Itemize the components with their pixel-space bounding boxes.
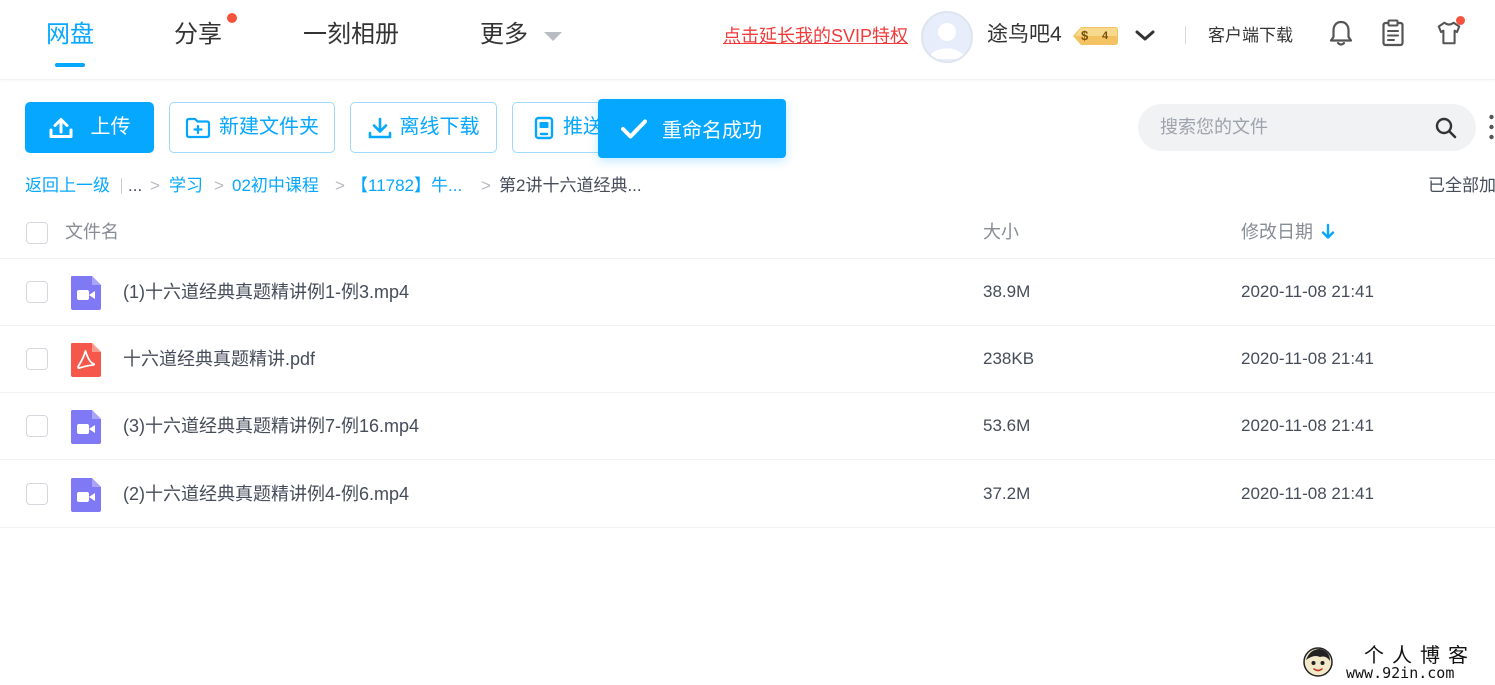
push-device-icon — [534, 116, 554, 139]
blog-watermark-logo-icon — [1303, 647, 1333, 677]
file-size: 38.9M — [983, 282, 1031, 301]
file-size: 53.6M — [983, 416, 1031, 435]
new-folder-icon — [185, 117, 211, 138]
breadcrumb-divider — [121, 178, 122, 194]
new-folder-button[interactable]: 新建文件夹 — [169, 102, 335, 153]
client-download-link[interactable]: 客户端下载 — [1208, 24, 1293, 48]
search-input[interactable] — [1160, 104, 1420, 151]
upload-icon — [49, 117, 72, 138]
download-icon — [368, 117, 391, 138]
pdf-file-icon — [71, 343, 101, 377]
bell-icon[interactable] — [1327, 18, 1355, 48]
sort-descending-arrow-icon[interactable] — [1320, 222, 1336, 242]
nav-tab-label: 更多 — [480, 21, 528, 48]
select-all-checkbox[interactable] — [26, 222, 48, 244]
offline-download-button[interactable]: 离线下载 — [350, 102, 497, 153]
svip-renew-link[interactable]: 点击延长我的SVIP特权 — [723, 24, 908, 48]
new-folder-button-label: 新建文件夹 — [219, 116, 319, 138]
video-file-icon — [71, 478, 101, 512]
column-header-name[interactable]: 文件名 — [65, 220, 119, 244]
offline-download-button-label: 离线下载 — [399, 116, 480, 138]
svip-badge-icon — [1073, 27, 1118, 45]
nav-tab-label: 网盘 — [46, 21, 94, 48]
toast-message: 重命名成功 — [662, 120, 762, 142]
file-name[interactable]: (3)十六道经典真题精讲例7-例16.mp4 — [123, 414, 419, 438]
video-file-icon — [71, 410, 101, 444]
clipboard-icon[interactable] — [1379, 18, 1407, 48]
column-header-modified[interactable]: 修改日期 — [1241, 220, 1313, 244]
breadcrumb-separator: > — [335, 176, 345, 195]
column-header-size[interactable]: 大小 — [983, 220, 1019, 244]
breadcrumb-separator: > — [150, 176, 160, 195]
push-button-label: 推送 — [563, 116, 603, 138]
file-size: 238KB — [983, 349, 1035, 368]
account-chevron-down-icon[interactable] — [1134, 24, 1156, 46]
nav-tab-netdisk[interactable]: 网盘 — [46, 18, 94, 67]
checkmark-icon — [621, 119, 647, 138]
search-box — [1138, 104, 1476, 151]
file-modified-date: 2020-11-08 21:41 — [1241, 282, 1374, 301]
breadcrumb-current-folder: 第2讲十六道经典... — [499, 176, 642, 195]
table-row[interactable]: (1)十六道经典真题精讲例1-例3.mp4 38.9M 2020-11-08 2… — [0, 259, 1495, 326]
username[interactable]: 途鸟吧4 — [987, 20, 1062, 50]
breadcrumb-back-link[interactable]: 返回上一级 — [25, 174, 110, 198]
top-navigation-bar: 网盘 分享 一刻相册 更多 点击延长我的SVIP特权 途鸟吧4 $ 4 客户端下… — [0, 0, 1495, 80]
file-size: 37.2M — [983, 484, 1031, 503]
file-name[interactable]: 十六道经典真题精讲.pdf — [123, 347, 315, 371]
nav-divider — [1185, 26, 1186, 44]
breadcrumb-ellipsis[interactable]: ... — [128, 174, 142, 198]
row-checkbox[interactable] — [26, 281, 48, 303]
breadcrumb-item-course[interactable]: 【11782】牛... — [351, 174, 462, 198]
search-icon[interactable] — [1434, 116, 1458, 140]
table-row[interactable]: (3)十六道经典真题精讲例7-例16.mp4 53.6M 2020-11-08 … — [0, 393, 1495, 460]
blog-watermark-url: www.92in.com — [1346, 664, 1455, 682]
svip-badge-level: 4 — [1102, 30, 1109, 42]
row-checkbox[interactable] — [26, 348, 48, 370]
video-file-icon — [71, 276, 101, 310]
load-status-text: 已全部加 — [1428, 176, 1495, 195]
row-checkbox[interactable] — [26, 415, 48, 437]
rename-success-toast: 重命名成功 — [598, 99, 786, 158]
breadcrumb-separator: > — [481, 176, 491, 195]
nav-tab-album[interactable]: 一刻相册 — [303, 18, 399, 52]
default-avatar-icon — [929, 23, 965, 59]
more-caret-icon[interactable] — [544, 32, 562, 41]
breadcrumb-separator: > — [214, 176, 224, 195]
active-tab-underline — [55, 63, 85, 67]
file-modified-date: 2020-11-08 21:41 — [1241, 484, 1374, 503]
table-row[interactable]: 十六道经典真题精讲.pdf 238KB 2020-11-08 21:41 — [0, 326, 1495, 393]
row-checkbox[interactable] — [26, 483, 48, 505]
file-modified-date: 2020-11-08 21:41 — [1241, 349, 1374, 368]
file-table-header: 文件名 大小 修改日期 — [0, 204, 1495, 259]
nav-tab-label: 分享 — [174, 21, 222, 48]
svip-level-badge[interactable]: $ 4 — [1071, 25, 1119, 47]
upload-button[interactable]: 上传 — [25, 102, 154, 153]
breadcrumb-item-middle-school[interactable]: 02初中课程 — [232, 174, 319, 198]
upload-button-label: 上传 — [90, 116, 131, 138]
nav-tab-share[interactable]: 分享 — [174, 18, 222, 52]
breadcrumb-item-study[interactable]: 学习 — [169, 174, 203, 198]
file-modified-date: 2020-11-08 21:41 — [1241, 416, 1374, 435]
more-options-icon[interactable] — [1488, 112, 1495, 142]
avatar[interactable] — [921, 11, 973, 63]
file-name[interactable]: (2)十六道经典真题精讲例4-例6.mp4 — [123, 482, 409, 506]
nav-tab-more[interactable]: 更多 — [480, 18, 528, 52]
svip-badge-symbol: $ — [1081, 28, 1089, 43]
nav-tab-label: 一刻相册 — [303, 21, 399, 48]
share-notification-dot — [227, 13, 237, 23]
skin-notification-dot — [1456, 16, 1465, 25]
file-name[interactable]: (1)十六道经典真题精讲例1-例3.mp4 — [123, 280, 409, 304]
table-row[interactable]: (2)十六道经典真题精讲例4-例6.mp4 37.2M 2020-11-08 2… — [0, 461, 1495, 528]
